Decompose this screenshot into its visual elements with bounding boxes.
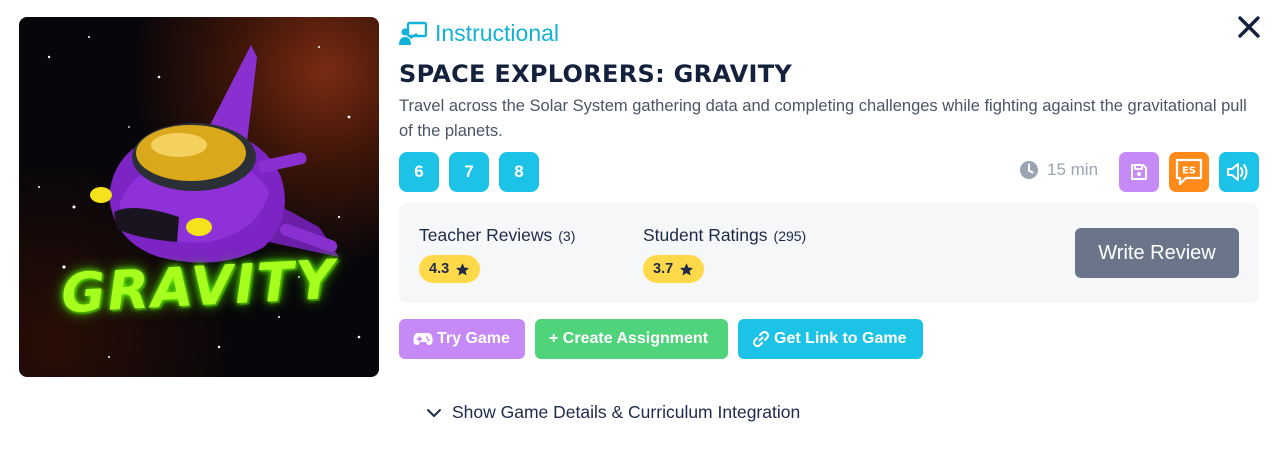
teacher-reviews-count: (3)	[558, 228, 576, 244]
grade-chip: 6	[399, 152, 439, 192]
student-rating-badge: 3.7	[643, 255, 705, 283]
show-details-label: Show Game Details & Curriculum Integrati…	[452, 402, 801, 422]
teacher-rating-value: 4.3	[429, 261, 450, 277]
game-thumbnail[interactable]: GRAVITY	[19, 17, 379, 377]
try-game-label: Try Game	[437, 330, 510, 347]
student-ratings-label: Student Ratings	[643, 225, 768, 245]
teacher-rating-badge: 4.3	[419, 255, 481, 283]
get-link-label: Get Link to Game	[774, 330, 907, 347]
game-description: Travel across the Solar System gathering…	[399, 97, 1247, 140]
gamepad-icon	[413, 333, 433, 345]
duration: 15 min	[1019, 160, 1098, 180]
student-rating-value: 3.7	[653, 261, 674, 277]
teacher-board-icon	[399, 21, 427, 45]
student-ratings-count: (295)	[773, 228, 807, 244]
audio-button[interactable]	[1219, 152, 1259, 192]
es-speech-icon: ES	[1175, 158, 1203, 186]
chevron-down-icon	[427, 408, 441, 417]
grade-chip: 7	[449, 152, 489, 192]
star-icon	[456, 262, 470, 275]
student-ratings: Student Ratings (295) 3.7	[643, 225, 807, 283]
get-link-button[interactable]: Get Link to Game	[738, 319, 923, 359]
close-icon[interactable]	[1236, 14, 1262, 40]
category-text: Instructional	[435, 20, 560, 46]
teacher-reviews: Teacher Reviews (3) 4.3	[419, 225, 576, 283]
star-icon	[680, 262, 694, 275]
game-actions: Try Game + Create Assignment Get Link to…	[399, 319, 923, 359]
grade-chip: 8	[499, 152, 539, 192]
create-assignment-label: + Create Assignment	[549, 330, 709, 347]
write-review-button[interactable]: Write Review	[1075, 228, 1239, 278]
game-card: GRAVITY Instructional SPACE EXPLORERS: G…	[0, 0, 1276, 456]
save-icon	[1131, 164, 1147, 180]
spanish-language-button[interactable]: ES	[1169, 152, 1209, 192]
category-label: Instructional	[399, 20, 559, 47]
try-game-button[interactable]: Try Game	[399, 319, 525, 359]
speaker-icon	[1227, 163, 1248, 181]
reviews-panel: Teacher Reviews (3) 4.3 Student Ratings (2…	[399, 203, 1259, 303]
clock-icon	[1020, 161, 1038, 179]
teacher-reviews-label: Teacher Reviews	[419, 225, 553, 245]
create-assignment-button[interactable]: + Create Assignment	[535, 319, 728, 359]
show-details-toggle[interactable]: Show Game Details & Curriculum Integrati…	[426, 402, 800, 423]
save-button[interactable]	[1119, 152, 1159, 192]
grade-levels: 6 7 8	[399, 152, 539, 192]
es-label: ES	[1182, 166, 1196, 177]
link-icon	[752, 330, 770, 348]
duration-text: 15 min	[1047, 160, 1099, 179]
game-title: SPACE EXPLORERS: GRAVITY	[399, 60, 793, 88]
